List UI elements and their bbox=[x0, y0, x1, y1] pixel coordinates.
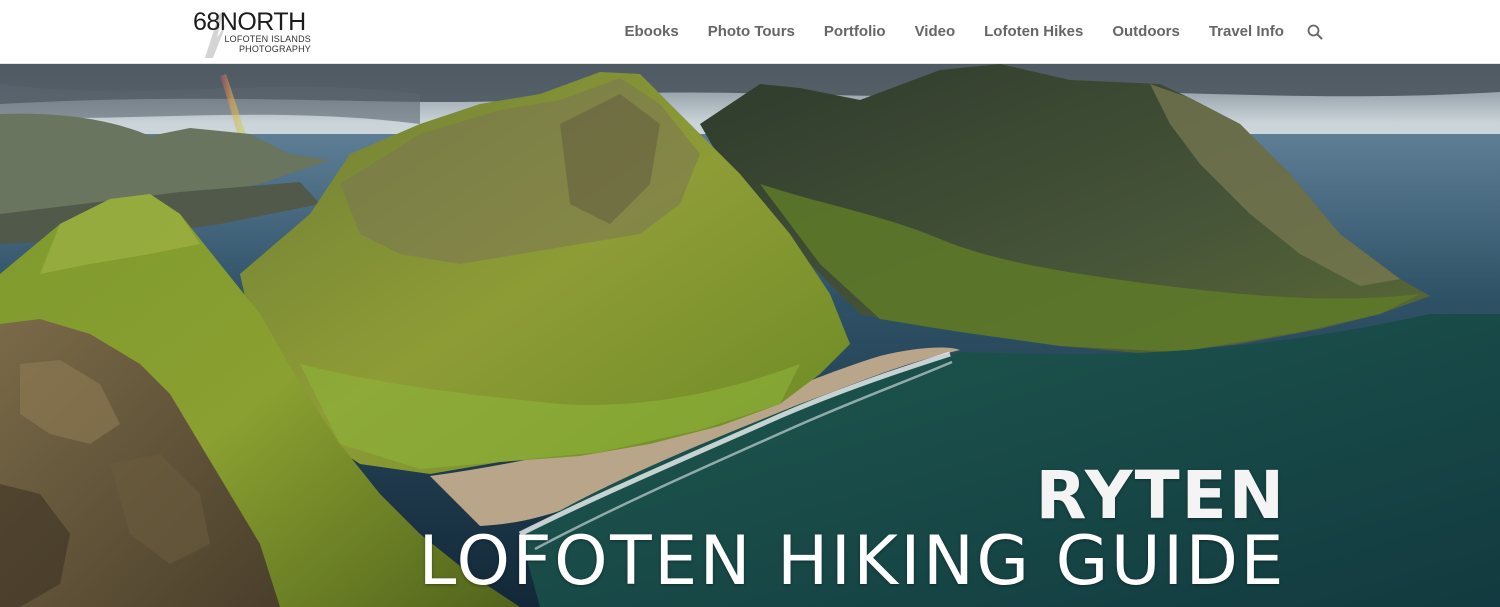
site-header: 68NORTH LOFOTEN ISLANDS PHOTOGRAPHY Eboo… bbox=[0, 0, 1500, 64]
page: 68NORTH LOFOTEN ISLANDS PHOTOGRAPHY Eboo… bbox=[0, 0, 1500, 607]
logo-subtitle-line1: LOFOTEN ISLANDS bbox=[224, 34, 311, 44]
search-button[interactable] bbox=[1304, 21, 1326, 43]
hero-banner: RYTEN LOFOTEN HIKING GUIDE bbox=[0, 64, 1500, 607]
nav-outdoors[interactable]: Outdoors bbox=[1098, 0, 1195, 64]
site-logo[interactable]: 68NORTH LOFOTEN ISLANDS PHOTOGRAPHY bbox=[193, 8, 323, 58]
nav-travel-info[interactable]: Travel Info bbox=[1194, 0, 1298, 64]
logo-subtitle-line2: PHOTOGRAPHY bbox=[238, 44, 311, 54]
nav-photo-tours[interactable]: Photo Tours bbox=[693, 0, 809, 64]
main-nav: Ebooks Photo Tours Portfolio Video Lofot… bbox=[610, 0, 1326, 64]
nav-portfolio[interactable]: Portfolio bbox=[809, 0, 900, 64]
logo-title: 68NORTH bbox=[193, 8, 306, 36]
hero-subtitle: LOFOTEN HIKING GUIDE bbox=[418, 522, 1286, 601]
nav-ebooks[interactable]: Ebooks bbox=[610, 0, 693, 64]
nav-lofoten-hikes[interactable]: Lofoten Hikes bbox=[970, 0, 1098, 64]
search-icon bbox=[1307, 24, 1323, 40]
nav-video[interactable]: Video bbox=[900, 0, 970, 64]
